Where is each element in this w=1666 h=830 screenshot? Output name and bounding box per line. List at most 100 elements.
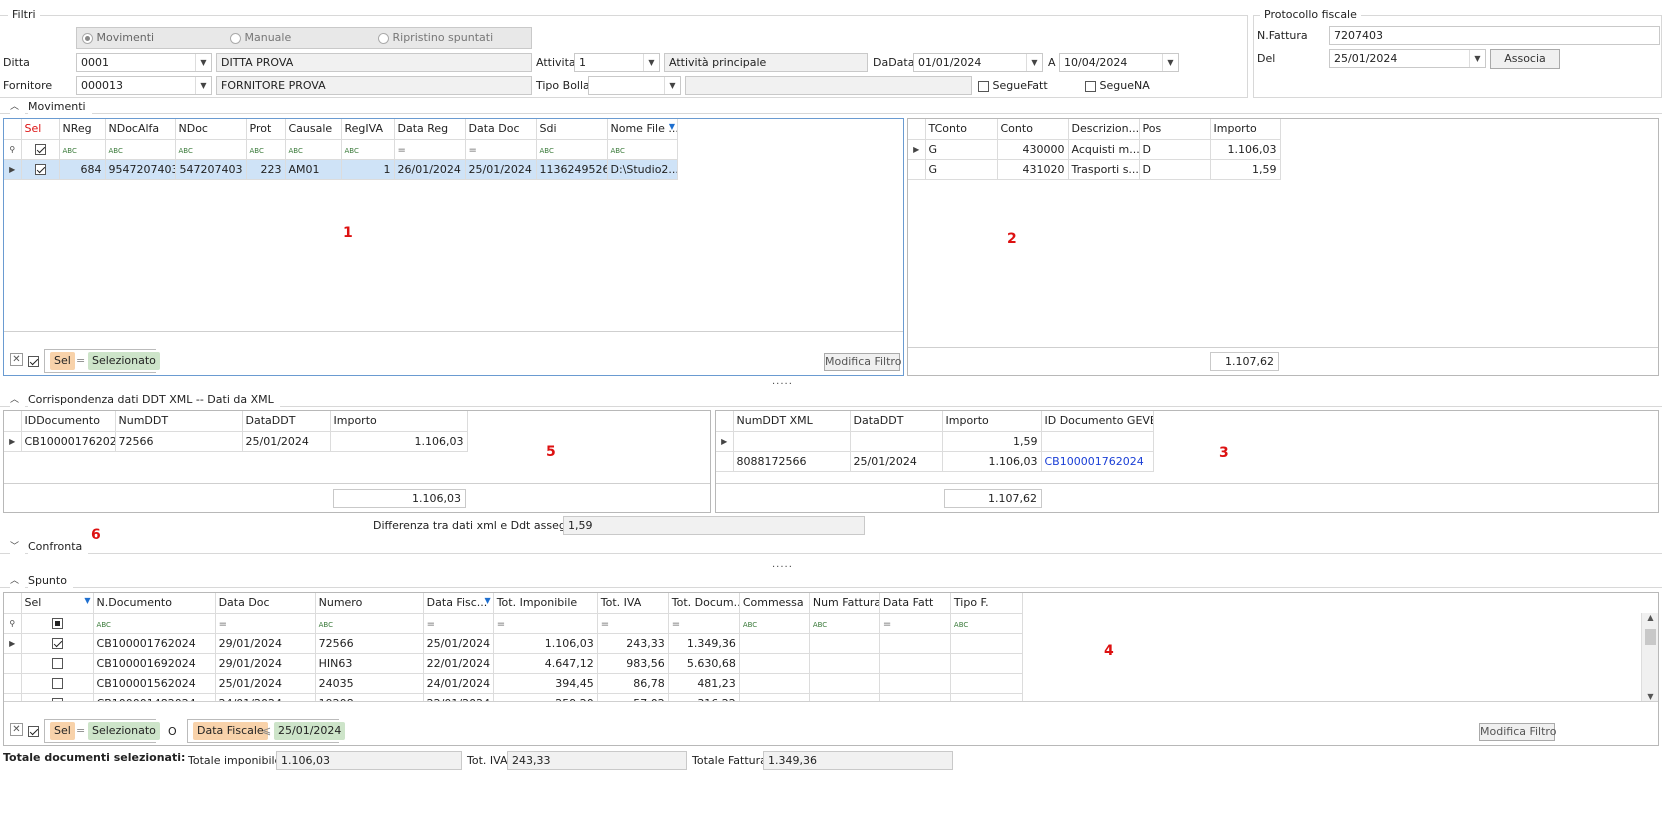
scroll-down-icon[interactable]: ▼	[1642, 692, 1658, 701]
col-header-nomefile[interactable]: Nome File ...	[607, 119, 678, 140]
col-header-conto[interactable]: Conto	[997, 119, 1069, 140]
dadata-date-picker[interactable]: 01/01/2024 ▼	[913, 53, 1043, 72]
modifica-filtro-button[interactable]: Modifica Filtro	[1479, 723, 1556, 741]
filter-field-tag[interactable]: Sel	[50, 722, 75, 740]
col-header-regiva[interactable]: RegIVA	[341, 119, 395, 140]
filter-value-tag[interactable]: Selezionato	[88, 722, 160, 740]
col-header-id-geve[interactable]: ID Documento GEVE	[1041, 411, 1154, 432]
seguefatt-checkbox[interactable]: SegueFatt	[978, 79, 1048, 93]
col-header-tconto[interactable]: TConto	[925, 119, 998, 140]
filter2-value-tag[interactable]: 25/01/2024	[274, 722, 346, 740]
radio-movimenti[interactable]: Movimenti	[82, 31, 154, 45]
filter-cell[interactable]: =	[668, 613, 740, 634]
filter-sel-checkbox[interactable]	[21, 613, 94, 634]
filter-cell[interactable]: ABC	[93, 613, 216, 634]
filter2-field-tag[interactable]: Data Fiscale	[193, 722, 268, 740]
xml-grid[interactable]: NumDDT XML DataDDT Importo ID Documento …	[715, 410, 1659, 513]
filter-cell[interactable]: =	[493, 613, 598, 634]
filter-cell[interactable]: ABC	[341, 139, 395, 160]
filter-cell[interactable]: ABC	[607, 139, 678, 160]
chevron-down-icon[interactable]: ▼	[664, 77, 680, 94]
filter-cell[interactable]: ABC	[246, 139, 286, 160]
table-row[interactable]: 8088172566 25/01/2024 1.106,03 CB1000017…	[716, 451, 1154, 472]
filter-icon[interactable]: ▼	[84, 596, 90, 605]
table-row[interactable]: ▶ CB100001762024 72566 25/01/2024 1.106,…	[4, 431, 468, 452]
row-sel-checkbox[interactable]	[21, 159, 60, 180]
col-header-datareg[interactable]: Data Reg	[394, 119, 466, 140]
movimenti-grid[interactable]: Sel ▼ NReg NDocAlfa NDoc Prot Causale Reg…	[3, 118, 904, 376]
filter-cell[interactable]: =	[879, 613, 951, 634]
filter-cell[interactable]: ABC	[950, 613, 1024, 634]
col-header-prot[interactable]: Prot	[246, 119, 286, 140]
confronta-section-header[interactable]: ﹀ Confronta	[0, 540, 1662, 554]
col-header-nreg[interactable]: NReg	[59, 119, 106, 140]
scroll-thumb[interactable]	[1645, 629, 1656, 645]
filter-cell[interactable]: =	[465, 139, 537, 160]
row-sel-checkbox[interactable]	[21, 673, 94, 694]
col-header-importo[interactable]: Importo	[1210, 119, 1281, 140]
fornitore-code-combo[interactable]: 000013 ▼	[76, 76, 212, 95]
table-row[interactable]: CB100001692024 29/01/2024 HIN63 22/01/20…	[4, 653, 1024, 674]
ddt-grid[interactable]: IDDocumento NumDDT DataDDT Importo ▶ CB1…	[3, 410, 711, 513]
filter-cell[interactable]: =	[215, 613, 316, 634]
row-sel-checkbox[interactable]	[21, 653, 94, 674]
ditta-code-combo[interactable]: 0001 ▼	[76, 53, 212, 72]
splitter-handle[interactable]: .....	[772, 376, 793, 387]
col-header-numero[interactable]: Numero	[315, 593, 424, 614]
chevron-down-icon[interactable]: ▼	[1026, 54, 1042, 71]
spunto-grid[interactable]: Sel ▼ N.Documento Data Doc Numero Data Fi…	[3, 592, 1659, 746]
filter-cell[interactable]: ABC	[809, 613, 880, 634]
del-date-picker[interactable]: 25/01/2024 ▼	[1329, 49, 1486, 68]
col-header-totdoc[interactable]: Tot. Docum...	[668, 593, 740, 614]
col-header-commessa[interactable]: Commessa	[739, 593, 810, 614]
col-header-descrizione[interactable]: Descrizion...	[1068, 119, 1140, 140]
filter-cell[interactable]: =	[597, 613, 669, 634]
table-row[interactable]: G 431020 Trasporti s... D 1,59	[908, 159, 1281, 180]
nfattura-input[interactable]: 7207403	[1329, 26, 1660, 45]
filter-cell[interactable]: =	[394, 139, 466, 160]
filter-icon[interactable]: ▼	[485, 596, 491, 605]
conti-grid[interactable]: TConto Conto Descrizion... Pos Importo ▶…	[907, 118, 1659, 376]
row-sel-checkbox[interactable]	[21, 633, 94, 654]
filter-cell[interactable]: ABC	[536, 139, 608, 160]
chevron-up-icon[interactable]: ︿	[10, 100, 26, 114]
table-row[interactable]: ▶ G 430000 Acquisti m... D 1.106,03	[908, 139, 1281, 160]
col-header-datafatt[interactable]: Data Fatt	[879, 593, 951, 614]
col-header-tipof[interactable]: Tipo F.	[950, 593, 1024, 614]
table-row[interactable]: ▶ CB100001762024 29/01/2024 72566 25/01/…	[4, 633, 1024, 654]
col-header-datadoc[interactable]: Data Doc	[215, 593, 316, 614]
enable-filter-checkbox[interactable]	[28, 724, 39, 737]
col-header-iddocumento[interactable]: IDDocumento	[21, 411, 116, 432]
cell-id-geve-link[interactable]: CB100001762024	[1041, 451, 1154, 472]
table-row[interactable]: CB100001562024 25/01/2024 24035 24/01/20…	[4, 673, 1024, 694]
table-row[interactable]: ▶ 1,59	[716, 431, 1154, 452]
col-header-totimponibile[interactable]: Tot. Imponibile	[493, 593, 598, 614]
filter-cell[interactable]: ABC	[105, 139, 176, 160]
col-header-dataddt[interactable]: DataDDT	[850, 411, 943, 432]
filter-cell[interactable]: ABC	[175, 139, 247, 160]
col-header-pos[interactable]: Pos	[1139, 119, 1211, 140]
chevron-up-icon[interactable]: ︿	[10, 574, 26, 588]
col-header-datafisc[interactable]: Data Fisc... ▼	[423, 593, 494, 614]
seguena-checkbox[interactable]: SegueNA	[1085, 79, 1150, 93]
filter-cell[interactable]: ABC	[315, 613, 424, 634]
chevron-up-icon[interactable]: ︿	[10, 393, 26, 407]
col-header-numfattura[interactable]: Num Fattura	[809, 593, 880, 614]
a-date-picker[interactable]: 10/04/2024 ▼	[1059, 53, 1179, 72]
col-header-sel[interactable]: Sel ▼	[21, 593, 94, 614]
col-header-importo[interactable]: Importo	[942, 411, 1042, 432]
associa-button[interactable]: Associa	[1490, 49, 1560, 69]
col-header-importo[interactable]: Importo	[330, 411, 468, 432]
vertical-scrollbar[interactable]: ▲ ▼	[1641, 613, 1658, 701]
attivita-code-combo[interactable]: 1 ▼	[574, 53, 660, 72]
chevron-down-icon[interactable]: ﹀	[10, 540, 26, 554]
col-header-ndocalfa[interactable]: NDocAlfa	[105, 119, 176, 140]
col-header-datadoc[interactable]: Data Doc	[465, 119, 537, 140]
filter-value-tag[interactable]: Selezionato	[88, 352, 160, 370]
chevron-down-icon[interactable]: ▼	[1162, 54, 1178, 71]
modifica-filtro-button[interactable]: Modifica Filtro	[824, 353, 901, 371]
filter-cell[interactable]: ABC	[739, 613, 810, 634]
col-header-ndocumento[interactable]: N.Documento	[93, 593, 216, 614]
table-row[interactable]: ▶ 684 9547207403 547207403 223 AM01 1 26…	[4, 159, 678, 180]
filter-field-tag[interactable]: Sel	[50, 352, 75, 370]
